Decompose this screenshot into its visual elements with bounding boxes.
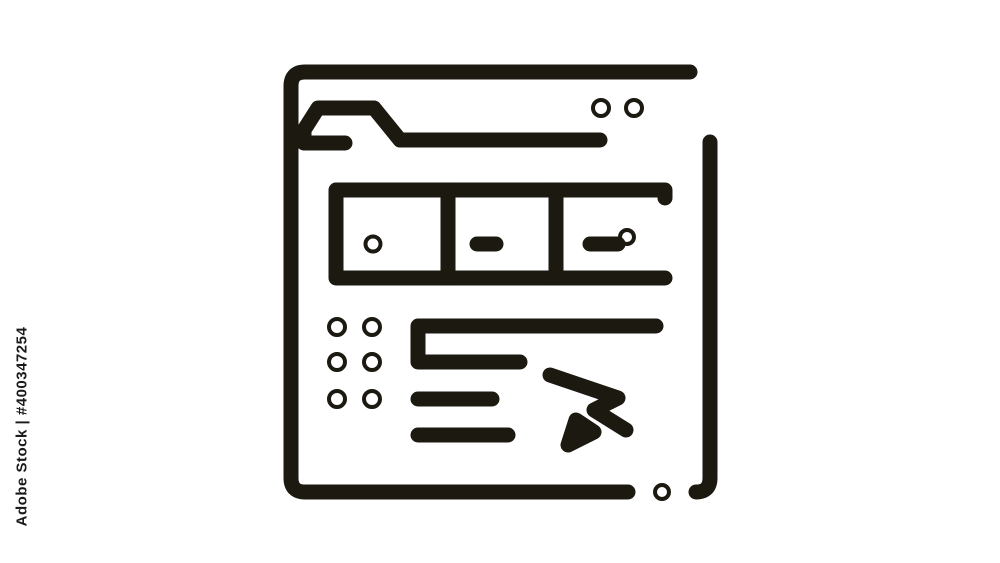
- icon-canvas: Adobe Stock | #400347254: [0, 0, 1000, 563]
- card-panel-frame: [328, 182, 673, 286]
- card-dot-icon: [363, 234, 383, 254]
- window-control-dot-icon: [591, 98, 611, 118]
- web-browser-folder-cursor-icon: [283, 64, 718, 501]
- grid-dot-icon: [327, 317, 347, 337]
- window-corner-dot: [653, 483, 671, 501]
- stock-id-watermark: Adobe Stock | #400347254: [8, 316, 36, 536]
- grid-dot-icon: [327, 389, 347, 409]
- stock-id-text: Adobe Stock | #400347254: [13, 326, 31, 526]
- icon-strokes: [283, 64, 718, 501]
- grid-dot-icon: [362, 352, 382, 372]
- grid-dot-icon: [327, 352, 347, 372]
- card-dot-icon: [618, 228, 636, 246]
- grid-dot-icon: [362, 317, 382, 337]
- mouse-cursor-icon: [542, 367, 634, 453]
- window-control-dot-icon: [624, 98, 644, 118]
- text-line-icon: [410, 318, 664, 370]
- window-right-edge: [688, 134, 718, 500]
- grid-dot-icon: [362, 389, 382, 409]
